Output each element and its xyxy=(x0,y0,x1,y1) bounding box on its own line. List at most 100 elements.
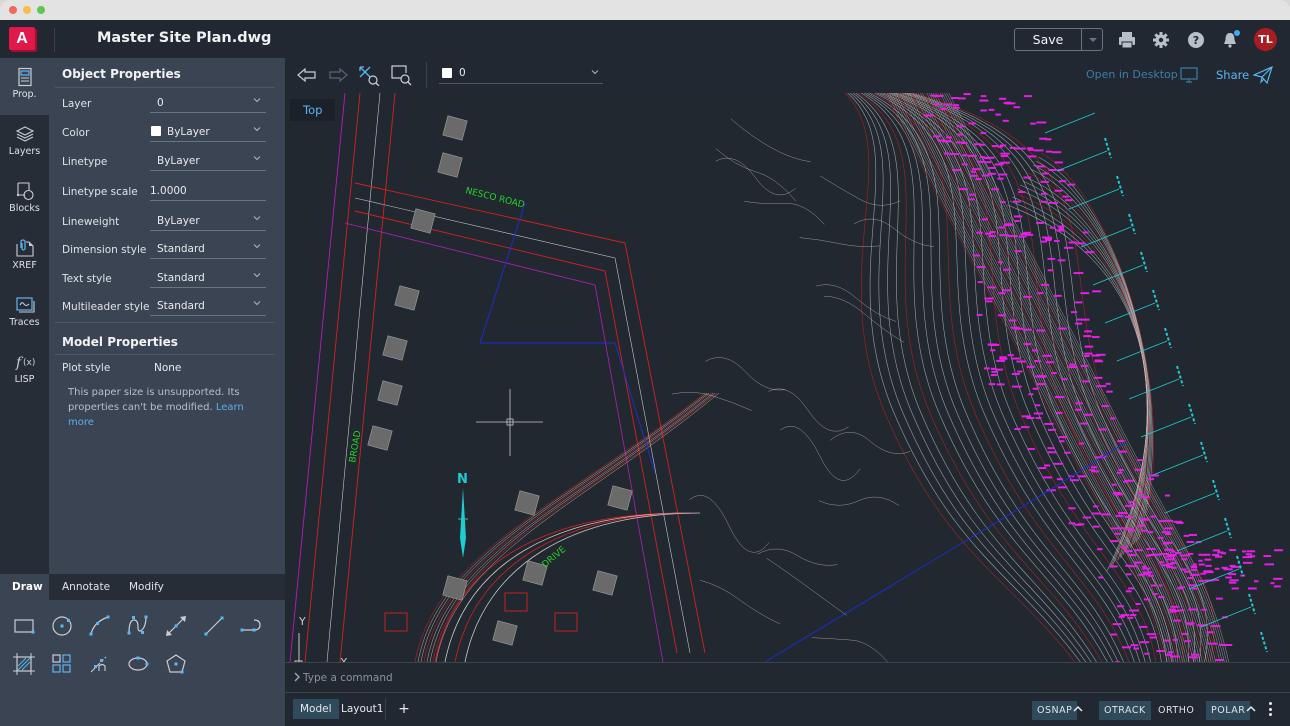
osnap-options-caret-icon[interactable] xyxy=(1073,705,1083,713)
close-window-button[interactable] xyxy=(9,6,17,14)
arc-tool[interactable] xyxy=(86,612,114,640)
spot-elevation xyxy=(1162,541,1173,544)
spline-tool[interactable] xyxy=(124,612,152,640)
plot-style-label: Plot style xyxy=(62,362,111,374)
spot-elevation xyxy=(1133,647,1140,650)
line-tool[interactable] xyxy=(200,612,228,640)
spot-elevation xyxy=(1057,225,1065,228)
add-layout-button[interactable]: + xyxy=(397,699,411,719)
layer-select[interactable]: 0 xyxy=(150,91,266,113)
current-layer-select[interactable]: 0 xyxy=(439,62,603,84)
linetype-scale-input[interactable]: 1.0000 xyxy=(150,179,266,201)
monitor-icon[interactable] xyxy=(1180,67,1198,83)
undo-button[interactable] xyxy=(295,64,319,86)
slope-line xyxy=(423,392,712,662)
save-button[interactable]: Save xyxy=(1015,29,1081,50)
document-title: Master Site Plan.dwg xyxy=(97,30,272,46)
spot-elevation xyxy=(1142,571,1153,574)
open-in-desktop-link[interactable]: Open in Desktop xyxy=(1086,68,1178,81)
rail-item-layers[interactable]: Layers xyxy=(0,115,49,172)
road-edge xyxy=(444,512,691,662)
polygon-tool[interactable] xyxy=(162,650,190,678)
spot-elevation xyxy=(1042,476,1053,479)
maximize-window-button[interactable] xyxy=(37,6,45,14)
dimension-tool[interactable] xyxy=(162,612,190,640)
trim-tool[interactable] xyxy=(86,650,114,678)
zoom-extents-button[interactable] xyxy=(357,64,381,87)
lineweight-select[interactable]: ByLayer xyxy=(150,209,266,231)
osnap-toggle[interactable]: OSNAP xyxy=(1032,701,1078,720)
ortho-toggle[interactable]: ORTHO xyxy=(1153,701,1199,720)
rectangle-tool[interactable] xyxy=(10,612,38,640)
ucs-y-label: Y xyxy=(298,615,306,628)
rail-item-blocks[interactable]: Blocks xyxy=(0,172,49,229)
autocad-logo[interactable]: A xyxy=(9,27,37,52)
gear-icon[interactable] xyxy=(1151,30,1171,50)
command-input[interactable] xyxy=(303,668,1203,688)
ellipse-tool[interactable] xyxy=(124,650,152,678)
spot-elevation xyxy=(953,104,959,107)
dimension-style-select[interactable]: Standard xyxy=(150,237,266,259)
tab-model[interactable]: Model xyxy=(293,699,339,719)
spot-elevation xyxy=(1094,359,1102,362)
tab-modify[interactable]: Modify xyxy=(129,574,164,600)
tab-draw[interactable]: Draw xyxy=(0,574,49,600)
leader-line xyxy=(1200,606,1252,628)
spot-elevation xyxy=(1091,336,1100,339)
spot-elevation xyxy=(1127,616,1134,619)
multileader-style-select[interactable]: Standard xyxy=(150,294,266,316)
spot-elevation xyxy=(1198,559,1203,562)
redo-button[interactable] xyxy=(326,64,350,86)
contour-line xyxy=(671,391,752,411)
rail-item-xref[interactable]: XREF xyxy=(0,229,49,286)
share-button[interactable]: Share xyxy=(1216,68,1249,82)
hatch-tool[interactable] xyxy=(10,650,38,678)
spot-elevation xyxy=(1118,469,1124,472)
spot-elevation xyxy=(1171,550,1176,553)
polar-toggle[interactable]: POLAR xyxy=(1206,701,1251,720)
spot-elevation xyxy=(1091,470,1100,473)
spot-elevation xyxy=(990,349,996,352)
spot-elevation xyxy=(996,359,1006,362)
spot-elevation xyxy=(1126,528,1134,531)
polyline-tool[interactable] xyxy=(238,612,266,640)
spot-elevation xyxy=(1158,584,1163,587)
array-tool[interactable] xyxy=(48,650,76,678)
tab-annotate[interactable]: Annotate xyxy=(62,574,110,600)
tab-layout1[interactable]: Layout1 xyxy=(334,699,390,719)
spot-elevation xyxy=(1080,364,1089,367)
hatch-icon xyxy=(13,653,35,675)
prop-value: Standard xyxy=(157,243,205,255)
minimize-window-button[interactable] xyxy=(23,6,31,14)
save-options-dropdown[interactable] xyxy=(1081,29,1102,50)
print-icon[interactable] xyxy=(1117,30,1137,50)
color-select[interactable]: ByLayer xyxy=(150,120,266,142)
rail-item-properties[interactable]: Prop. xyxy=(0,58,49,115)
prop-row-dimension-style: Dimension style Standard xyxy=(49,236,285,264)
drawing-canvas[interactable]: NESCO ROADBROADDRIVENYX Top xyxy=(285,93,1290,662)
contour-line xyxy=(700,580,781,625)
view-cube-label[interactable]: Top xyxy=(290,99,336,121)
more-options-icon[interactable] xyxy=(1267,702,1273,718)
spot-elevation xyxy=(1021,415,1031,418)
user-avatar[interactable]: TL xyxy=(1254,28,1277,51)
spot-elevation xyxy=(1033,412,1043,415)
circle-tool[interactable] xyxy=(48,612,76,640)
otrack-toggle[interactable]: OTRACK xyxy=(1099,701,1151,720)
spot-elevation xyxy=(933,94,944,97)
rail-item-traces[interactable]: Traces xyxy=(0,286,49,343)
spot-elevation xyxy=(1083,413,1093,416)
spot-elevation xyxy=(980,109,987,112)
bell-icon[interactable] xyxy=(1220,30,1240,50)
spot-elevation xyxy=(997,177,1004,180)
paper-plane-icon[interactable] xyxy=(1253,66,1273,84)
polar-options-caret-icon[interactable] xyxy=(1246,705,1256,713)
zoom-window-button[interactable] xyxy=(389,64,413,86)
linetype-select[interactable]: ByLayer xyxy=(150,149,266,171)
text-style-select[interactable]: Standard xyxy=(150,266,266,288)
rail-item-lisp[interactable]: f (x) LISP xyxy=(0,343,49,400)
help-icon[interactable]: ? xyxy=(1186,30,1206,50)
spot-elevation xyxy=(977,281,984,284)
tool-palette: Draw Annotate Modify xyxy=(0,574,285,726)
model-properties-title: Model Properties xyxy=(62,335,178,349)
